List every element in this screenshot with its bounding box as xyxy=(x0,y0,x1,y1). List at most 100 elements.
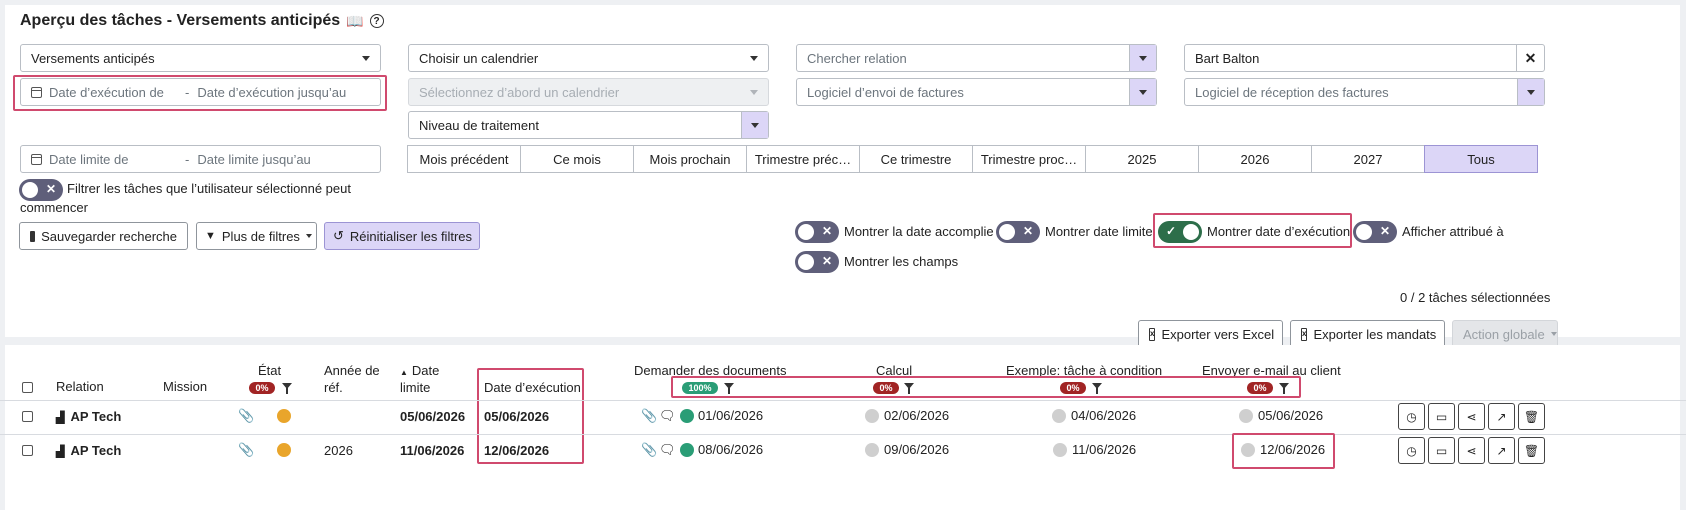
calendar-icon xyxy=(31,153,42,165)
filter-icon: ▼ xyxy=(205,230,216,242)
export-excel-button[interactable]: x Exporter vers Excel xyxy=(1138,320,1283,348)
col-mission[interactable]: Mission xyxy=(163,378,207,395)
col-etat[interactable]: État xyxy=(258,362,281,379)
comment-icon[interactable]: 🗨 xyxy=(659,408,676,424)
exec-date-toggle[interactable]: ✓ xyxy=(1158,221,1202,243)
col-annee-2: réf. xyxy=(324,380,343,395)
reset-icon: ↺ xyxy=(333,228,344,243)
filter-icon[interactable] xyxy=(282,383,292,394)
chevron-down-icon xyxy=(305,234,312,238)
external-link-icon[interactable]: ↗ xyxy=(1488,437,1515,464)
send-software-dropdown-toggle[interactable] xyxy=(1129,79,1156,105)
row-checkbox[interactable] xyxy=(22,411,33,422)
deadline-date-range[interactable]: Date limite de - Date limite jusqu’au xyxy=(20,145,381,173)
deadline-label: Montrer date limite xyxy=(1045,224,1153,239)
send-software-select[interactable]: Logiciel d’envoi de factures xyxy=(796,78,1157,106)
col-exec[interactable]: Date d’exécution xyxy=(484,379,581,396)
period-this-quarter[interactable]: Ce trimestre xyxy=(859,145,973,173)
reset-filters-label: Réinitialiser les filtres xyxy=(349,228,472,244)
col-annee-1[interactable]: Année de xyxy=(324,362,380,379)
user-value: Bart Balton xyxy=(1195,50,1260,66)
relation-search[interactable]: Chercher relation xyxy=(796,44,1157,72)
calendar-select[interactable]: Choisir un calendrier xyxy=(408,44,769,72)
share-icon[interactable]: ⋖ xyxy=(1458,403,1485,430)
filter-icon[interactable] xyxy=(1279,383,1289,394)
completed-date-toggle[interactable]: ✕ xyxy=(795,221,839,243)
close-icon: ✕ xyxy=(1379,224,1390,238)
paperclip-icon[interactable]: 📎 xyxy=(641,408,657,424)
deadline-to[interactable]: Date limite jusqu’au xyxy=(197,152,310,167)
archive-icon[interactable]: ▭ xyxy=(1428,403,1455,430)
save-icon xyxy=(30,230,36,242)
close-icon: ✕ xyxy=(821,224,832,238)
status-dot xyxy=(1052,409,1066,423)
period-2027[interactable]: 2027 xyxy=(1311,145,1425,173)
period-next-quarter[interactable]: Trimestre proc… xyxy=(972,145,1086,173)
period-prev-quarter[interactable]: Trimestre préc… xyxy=(746,145,860,173)
comment-icon[interactable]: 🗨 xyxy=(659,442,676,458)
user-start-toggle[interactable]: ✕ xyxy=(19,179,63,201)
receive-software-select[interactable]: Logiciel de réception des factures xyxy=(1184,78,1545,106)
chevron-down-icon xyxy=(1527,89,1535,95)
period-all[interactable]: Tous xyxy=(1424,145,1538,173)
select-all-checkbox[interactable] xyxy=(22,382,33,393)
deadline-from[interactable]: Date limite de xyxy=(49,152,177,167)
row-email: 12/06/2026 xyxy=(1260,442,1326,457)
period-next-month[interactable]: Mois prochain xyxy=(633,145,747,173)
more-filters-button[interactable]: ▼ Plus de filtres xyxy=(196,222,317,250)
clock-icon[interactable]: ◷ xyxy=(1398,403,1425,430)
external-link-icon[interactable]: ↗ xyxy=(1488,403,1515,430)
trash-icon[interactable]: 🗑 xyxy=(1518,437,1545,464)
task-type-select[interactable]: Versements anticipés xyxy=(20,44,381,72)
save-search-button[interactable]: Sauvegarder recherche xyxy=(19,222,188,250)
period-this-month[interactable]: Ce mois xyxy=(520,145,634,173)
table-row-relation[interactable]: ▟ AP Tech xyxy=(56,409,121,424)
filter-icon[interactable] xyxy=(904,383,914,394)
reset-filters-button[interactable]: ↺ Réinitialiser les filtres xyxy=(324,222,480,250)
book-icon[interactable]: 📖 xyxy=(346,13,363,30)
trash-icon[interactable]: 🗑 xyxy=(1518,403,1545,430)
completed-date-label: Montrer la date accomplie xyxy=(844,224,994,239)
paperclip-icon[interactable]: 📎 xyxy=(641,442,657,458)
progress-badges-highlight xyxy=(671,376,1301,398)
condition-progress-badge: 0% xyxy=(1060,382,1086,394)
share-icon[interactable]: ⋖ xyxy=(1458,437,1485,464)
relation-placeholder: Chercher relation xyxy=(807,50,907,66)
export-mandates-button[interactable]: x Exporter les mandats xyxy=(1290,320,1445,348)
deadline-toggle[interactable]: ✕ xyxy=(996,221,1040,243)
relation-dropdown-toggle[interactable] xyxy=(1129,45,1156,71)
date-separator: - xyxy=(185,84,190,100)
row-checkbox[interactable] xyxy=(22,445,33,456)
user-start-label-cont: commencer xyxy=(20,200,88,215)
filter-icon[interactable] xyxy=(724,383,734,394)
processing-level-dropdown-toggle[interactable] xyxy=(741,112,768,138)
clear-user-icon[interactable]: ✕ xyxy=(1516,45,1544,71)
help-icon[interactable]: ? xyxy=(369,14,384,28)
exec-date-from[interactable]: Date d’exécution de xyxy=(49,85,177,100)
exec-date-to[interactable]: Date d’exécution jusqu’au xyxy=(197,85,346,100)
processing-level-select[interactable]: Niveau de traitement xyxy=(408,111,769,139)
table-row-relation[interactable]: ▟ AP Tech xyxy=(56,443,121,458)
clock-icon[interactable]: ◷ xyxy=(1398,437,1425,464)
calendar-icon xyxy=(31,86,42,98)
chevron-down-icon xyxy=(1550,332,1557,336)
archive-icon[interactable]: ▭ xyxy=(1428,437,1455,464)
sort-asc-icon: ▲ xyxy=(400,368,408,377)
exec-date-range[interactable]: Date d’exécution de - Date d’exécution j… xyxy=(20,78,381,106)
send-software-placeholder: Logiciel d’envoi de factures xyxy=(807,84,964,100)
period-2026[interactable]: 2026 xyxy=(1198,145,1312,173)
paperclip-icon[interactable]: 📎 xyxy=(238,408,254,424)
status-dot xyxy=(1241,443,1255,457)
global-action-button[interactable]: Action globale xyxy=(1452,320,1558,348)
user-select[interactable]: Bart Balton ✕ xyxy=(1184,44,1545,72)
period-2025[interactable]: 2025 xyxy=(1085,145,1199,173)
period-prev-month[interactable]: Mois précédent xyxy=(407,145,521,173)
receive-software-dropdown-toggle[interactable] xyxy=(1517,79,1544,105)
assigned-toggle[interactable]: ✕ xyxy=(1353,221,1397,243)
filter-icon[interactable] xyxy=(1092,383,1102,394)
receive-software-placeholder: Logiciel de réception des factures xyxy=(1195,84,1389,100)
paperclip-icon[interactable]: 📎 xyxy=(238,442,254,458)
task-type-value: Versements anticipés xyxy=(31,50,155,66)
col-relation[interactable]: Relation xyxy=(56,378,104,395)
fields-toggle[interactable]: ✕ xyxy=(795,251,839,273)
